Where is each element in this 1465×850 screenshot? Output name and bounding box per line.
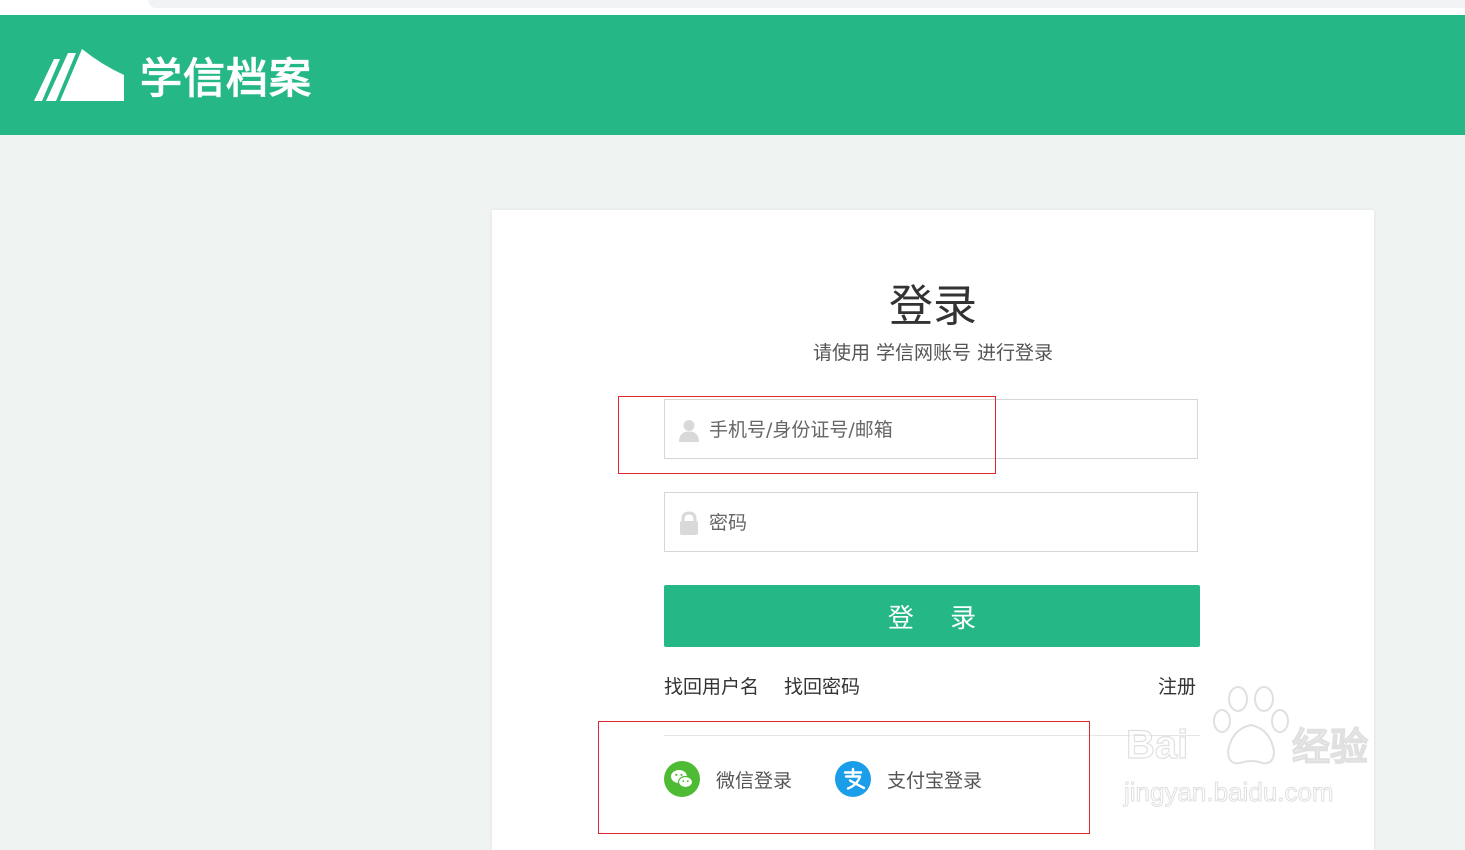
watermark-text-jingyan: 经验	[1291, 724, 1369, 769]
watermark-url: jingyan.baidu.com	[1124, 777, 1335, 808]
alipay-icon	[835, 761, 871, 797]
wechat-login-button[interactable]: 微信登录	[664, 761, 792, 797]
book-pages-logo-icon[interactable]	[32, 45, 124, 103]
watermark-text-bai: Bai	[1125, 722, 1189, 767]
browser-tab[interactable]	[148, 0, 1465, 8]
user-icon	[679, 420, 699, 442]
paw-icon	[1213, 686, 1289, 765]
find-username-link[interactable]: 找回用户名	[664, 674, 759, 700]
alipay-login-label: 支付宝登录	[887, 769, 983, 792]
password-field[interactable]	[664, 492, 1198, 553]
login-title: 登录	[889, 281, 977, 332]
browser-tab-strip	[0, 0, 1465, 15]
wechat-login-label: 微信登录	[716, 769, 793, 792]
wechat-icon	[664, 761, 700, 797]
brand-name[interactable]: 学信档案	[140, 53, 312, 105]
login-subtitle: 请使用 学信网账号 进行登录	[812, 342, 1054, 364]
alipay-login-button[interactable]: 支付宝登录	[835, 761, 982, 797]
username-field[interactable]	[664, 399, 1198, 460]
password-input[interactable]	[707, 493, 1191, 553]
login-button[interactable]: 登 录	[664, 585, 1200, 647]
find-password-link[interactable]: 找回密码	[784, 674, 860, 700]
baidu-jingyan-watermark: Bai 经验 jingyan.baidu.com	[1120, 685, 1390, 815]
lock-icon	[680, 511, 698, 535]
site-header: 学信档案	[0, 15, 1465, 135]
username-input[interactable]	[707, 400, 1191, 460]
